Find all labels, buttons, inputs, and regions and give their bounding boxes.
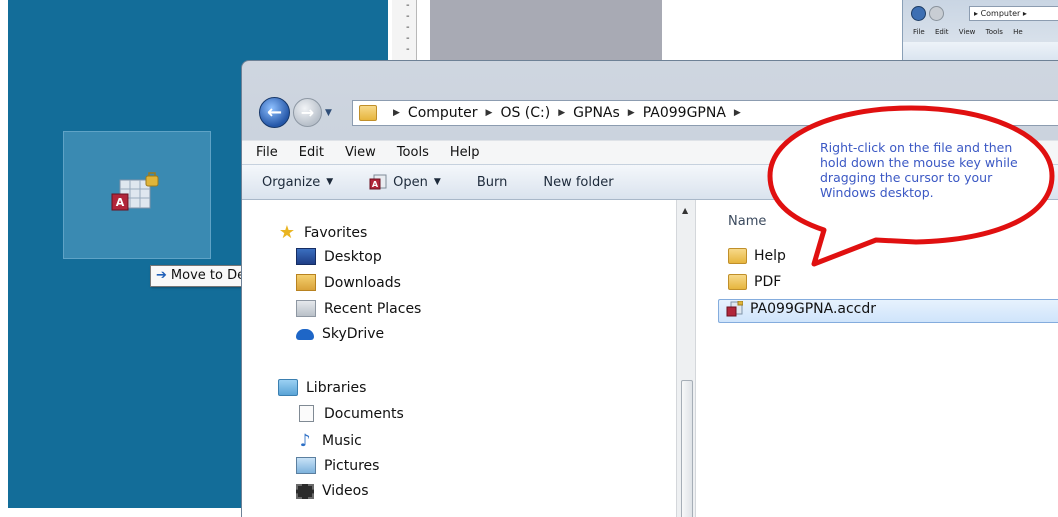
- favorites-label: Favorites: [304, 224, 368, 241]
- libraries-icon: [278, 379, 298, 396]
- sidebar-item-libraries[interactable]: Libraries: [278, 379, 366, 396]
- navigation-pane: ★ Favorites Desktop Downloads Recent Pla…: [242, 200, 696, 517]
- sidebar-item-documents[interactable]: Documents: [296, 405, 404, 422]
- mini-toolbar: [903, 42, 1058, 62]
- menu-view[interactable]: View: [345, 145, 376, 160]
- drag-ghost-tile[interactable]: A: [63, 131, 211, 259]
- sidebar-item-label: Music: [322, 433, 362, 449]
- file-name: PDF: [754, 274, 782, 290]
- sidebar-item-downloads[interactable]: Downloads: [296, 274, 401, 291]
- background-explorer-window: ▸ Computer ▸ File Edit View Tools He: [902, 0, 1058, 62]
- scrollbar-thumb[interactable]: [681, 380, 693, 517]
- breadcrumb-gpnas[interactable]: GPNAs: [573, 105, 620, 121]
- sidebar-item-label: Pictures: [324, 457, 380, 474]
- menu-edit[interactable]: Edit: [299, 145, 324, 160]
- folder-icon: [728, 274, 747, 290]
- recent-places-icon: [296, 300, 316, 317]
- background-window-gray: [430, 0, 662, 62]
- file-name: PA099GPNA.accdr: [750, 301, 877, 317]
- breadcrumb-os-c[interactable]: OS (C:): [500, 105, 550, 121]
- mini-menu-tools: Tools: [985, 28, 1003, 36]
- menu-tools[interactable]: Tools: [397, 145, 429, 160]
- sidebar-item-label: Videos: [322, 483, 369, 499]
- mini-forward-icon: [929, 6, 944, 21]
- mini-back-icon: [911, 6, 926, 21]
- breadcrumb-separator-icon[interactable]: ▶: [734, 108, 741, 118]
- forward-button[interactable]: →: [293, 98, 322, 127]
- skydrive-cloud-icon: [296, 328, 314, 340]
- music-note-icon: ♪: [299, 431, 311, 451]
- callout-instruction-text: Right-click on the file and then hold do…: [820, 140, 1018, 200]
- open-button[interactable]: A Open ▼: [369, 174, 441, 190]
- pictures-icon: [296, 457, 316, 474]
- menu-file[interactable]: File: [256, 145, 278, 160]
- navigation-buttons: ← → ▼: [259, 97, 332, 128]
- recent-pages-dropdown-icon[interactable]: ▼: [325, 108, 332, 118]
- burn-label: Burn: [476, 174, 508, 190]
- chevron-down-icon: ▼: [326, 177, 334, 187]
- downloads-folder-icon: [296, 274, 316, 291]
- folder-icon: [728, 248, 747, 264]
- access-runtime-file-icon: [726, 301, 743, 317]
- documents-icon: [299, 405, 314, 422]
- sidebar-item-videos[interactable]: Videos: [296, 483, 369, 499]
- desktop-icon: [296, 248, 316, 265]
- sidebar-item-label: Documents: [324, 405, 404, 422]
- sidebar-item-label: SkyDrive: [322, 326, 385, 342]
- organize-label: Organize: [262, 174, 321, 190]
- mini-menubar: File Edit View Tools He: [913, 28, 1031, 36]
- access-open-icon: A: [369, 174, 387, 190]
- svg-text:A: A: [372, 180, 379, 189]
- breadcrumb-separator-icon: ▶: [393, 108, 400, 118]
- forward-arrow-icon: →: [300, 103, 315, 122]
- menu-help[interactable]: Help: [450, 145, 480, 160]
- open-label: Open: [393, 174, 428, 190]
- sidebar-item-label: Recent Places: [324, 300, 422, 317]
- videos-film-icon: [296, 483, 314, 499]
- navigation-pane-scrollbar[interactable]: ▲: [676, 200, 696, 517]
- organize-button[interactable]: Organize ▼: [262, 175, 333, 190]
- star-icon: ★: [278, 222, 296, 243]
- column-header-name[interactable]: Name: [728, 214, 766, 229]
- breadcrumb-computer[interactable]: Computer: [408, 105, 478, 121]
- sidebar-item-recent-places[interactable]: Recent Places: [296, 300, 421, 317]
- sidebar-item-favorites[interactable]: ★ Favorites: [278, 222, 367, 243]
- file-row-accdr[interactable]: PA099GPNA.accdr: [726, 301, 876, 317]
- sidebar-item-pictures[interactable]: Pictures: [296, 457, 379, 474]
- mini-menu-file: File: [913, 28, 925, 36]
- mini-nav-buttons: [911, 6, 944, 21]
- background-window-white: [662, 0, 902, 62]
- breadcrumb-separator-icon[interactable]: ▶: [558, 108, 565, 118]
- breadcrumb: ▶ Computer ▶ OS (C:) ▶ GPNAs ▶ PA099GPNA…: [385, 105, 749, 121]
- mini-menu-help: He: [1013, 28, 1023, 36]
- back-arrow-icon: ←: [266, 102, 283, 123]
- scroll-up-icon[interactable]: ▲: [682, 206, 688, 215]
- svg-text:A: A: [116, 196, 125, 209]
- sidebar-item-label: Downloads: [324, 274, 401, 291]
- breadcrumb-separator-icon[interactable]: ▶: [628, 108, 635, 118]
- file-row-pdf[interactable]: PDF: [728, 274, 781, 290]
- mini-address-text: Computer: [980, 9, 1021, 18]
- mini-menu-edit: Edit: [934, 28, 949, 36]
- burn-button[interactable]: Burn: [477, 175, 508, 190]
- mini-menu-view: View: [958, 28, 976, 36]
- sidebar-item-music[interactable]: ♪ Music: [296, 431, 362, 451]
- back-button[interactable]: ←: [259, 97, 290, 128]
- arrow-right-icon: ➔: [156, 268, 167, 283]
- breadcrumb-pa099gpna[interactable]: PA099GPNA: [643, 105, 726, 121]
- chevron-down-icon: ▼: [433, 177, 441, 187]
- breadcrumb-separator-icon[interactable]: ▶: [486, 108, 493, 118]
- pane-divider[interactable]: [696, 200, 714, 517]
- libraries-label: Libraries: [306, 379, 367, 396]
- new-folder-label: New folder: [543, 174, 614, 190]
- sidebar-item-skydrive[interactable]: SkyDrive: [296, 326, 384, 342]
- sidebar-item-desktop[interactable]: Desktop: [296, 248, 382, 265]
- mini-address-bar: ▸ Computer ▸: [969, 6, 1058, 21]
- new-folder-button[interactable]: New folder: [543, 175, 613, 190]
- sidebar-item-label: Desktop: [324, 248, 382, 265]
- access-runtime-file-icon: A: [111, 172, 159, 211]
- folder-icon: [359, 105, 377, 121]
